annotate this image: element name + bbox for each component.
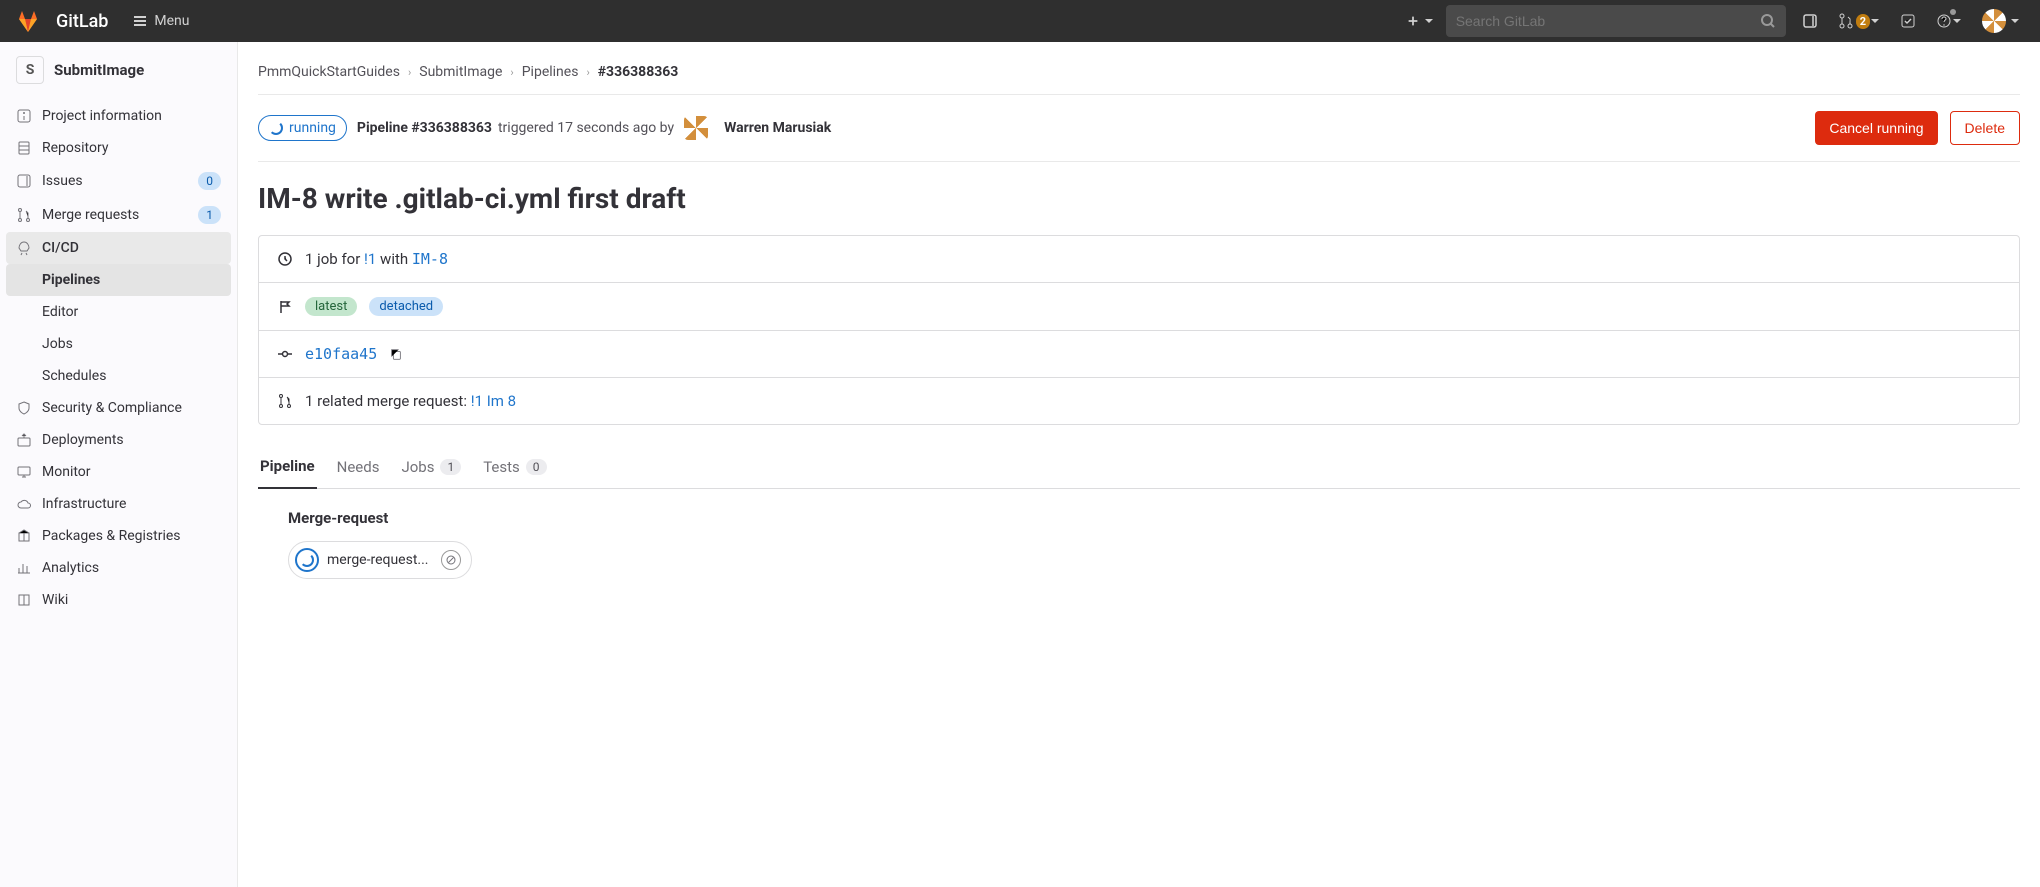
sidebar-item-security[interactable]: Security & Compliance bbox=[6, 392, 231, 424]
sidebar-item-wiki[interactable]: Wiki bbox=[6, 584, 231, 616]
search-icon bbox=[1760, 13, 1776, 29]
sidebar-sub-schedules[interactable]: Schedules bbox=[6, 360, 231, 392]
delete-button[interactable]: Delete bbox=[1950, 111, 2020, 145]
top-navbar: GitLab Menu 2 bbox=[0, 0, 2040, 42]
sidebar-sub-editor[interactable]: Editor bbox=[6, 296, 231, 328]
sidebar-item-cicd[interactable]: CI/CD bbox=[6, 232, 231, 264]
pipeline-info-card: 1 job for !1 with IM-8 latest detached e… bbox=[258, 235, 2020, 425]
hamburger-icon bbox=[132, 13, 148, 29]
user-menu[interactable] bbox=[1978, 5, 2024, 37]
pipeline-header: running Pipeline #336388363 triggered 17… bbox=[258, 95, 2020, 162]
sidebar-item-packages[interactable]: Packages & Registries bbox=[6, 520, 231, 552]
chevron-down-icon bbox=[1424, 16, 1434, 26]
deploy-icon bbox=[16, 432, 32, 448]
shield-icon bbox=[16, 400, 32, 416]
project-header[interactable]: S SubmitImage bbox=[0, 42, 237, 98]
tab-jobs[interactable]: Jobs1 bbox=[399, 446, 463, 488]
related-mr-link[interactable]: !1 Im 8 bbox=[471, 392, 516, 410]
cancel-running-button[interactable]: Cancel running bbox=[1815, 111, 1937, 145]
breadcrumb-item[interactable]: SubmitImage bbox=[419, 64, 502, 80]
pipeline-id: Pipeline #336388363 bbox=[357, 120, 492, 136]
new-dropdown[interactable] bbox=[1406, 14, 1434, 28]
triggerer-name[interactable]: Warren Marusiak bbox=[724, 120, 831, 136]
plus-icon bbox=[1406, 14, 1420, 28]
merge-requests-icon[interactable]: 2 bbox=[1834, 9, 1884, 33]
latest-badge: latest bbox=[305, 297, 357, 316]
sidebar-item-repository[interactable]: Repository bbox=[6, 132, 231, 164]
badges-row: latest detached bbox=[259, 283, 2019, 331]
project-avatar: S bbox=[16, 56, 44, 84]
brand-text[interactable]: GitLab bbox=[56, 11, 108, 32]
status-badge[interactable]: running bbox=[258, 115, 347, 141]
project-name: SubmitImage bbox=[54, 61, 144, 79]
merge-request-icon bbox=[277, 393, 293, 409]
sidebar-item-merge-requests[interactable]: Merge requests 1 bbox=[6, 198, 231, 232]
monitor-icon bbox=[16, 464, 32, 480]
search-input[interactable] bbox=[1456, 13, 1760, 29]
breadcrumbs: PmmQuickStartGuides › SubmitImage › Pipe… bbox=[258, 58, 2020, 95]
rocket-icon bbox=[16, 240, 32, 256]
commit-sha-link[interactable]: e10faa45 bbox=[305, 345, 377, 363]
breadcrumb-current: #336388363 bbox=[598, 64, 679, 80]
detached-badge: detached bbox=[369, 297, 443, 316]
mr-link[interactable]: !1 bbox=[364, 250, 376, 268]
cloud-icon bbox=[16, 496, 32, 512]
sidebar-item-issues[interactable]: Issues 0 bbox=[6, 164, 231, 198]
merge-icon bbox=[16, 207, 32, 223]
clock-icon bbox=[277, 251, 293, 267]
branch-link[interactable]: IM-8 bbox=[412, 250, 448, 268]
sidebar-item-monitor[interactable]: Monitor bbox=[6, 456, 231, 488]
commit-icon bbox=[277, 346, 293, 362]
job-name: merge-request... bbox=[327, 552, 429, 568]
triggerer-avatar[interactable] bbox=[684, 116, 708, 140]
spinner-icon bbox=[269, 121, 283, 135]
todos-icon[interactable] bbox=[1896, 9, 1920, 33]
search-box[interactable] bbox=[1446, 5, 1786, 37]
menu-button[interactable]: Menu bbox=[124, 9, 197, 33]
chevron-down-icon bbox=[1952, 16, 1962, 26]
chart-icon bbox=[16, 560, 32, 576]
gitlab-logo-icon[interactable] bbox=[16, 9, 40, 33]
job-summary-row: 1 job for !1 with IM-8 bbox=[259, 236, 2019, 283]
tabs: Pipeline Needs Jobs1 Tests0 bbox=[258, 445, 2020, 489]
pipeline-graph: Merge-request merge-request... bbox=[258, 489, 2020, 599]
issues-icon bbox=[16, 173, 32, 189]
sidebar-sub-jobs[interactable]: Jobs bbox=[6, 328, 231, 360]
sidebar-item-analytics[interactable]: Analytics bbox=[6, 552, 231, 584]
running-icon bbox=[295, 548, 319, 572]
related-mr-row: 1 related merge request: !1 Im 8 bbox=[259, 378, 2019, 424]
sidebar-sub-pipelines[interactable]: Pipelines bbox=[6, 264, 231, 296]
repo-icon bbox=[16, 140, 32, 156]
chevron-down-icon bbox=[2010, 16, 2020, 26]
sidebar-item-deployments[interactable]: Deployments bbox=[6, 424, 231, 456]
info-icon bbox=[16, 108, 32, 124]
job-pill[interactable]: merge-request... bbox=[288, 541, 472, 579]
breadcrumb-item[interactable]: PmmQuickStartGuides bbox=[258, 64, 400, 80]
page-title: IM-8 write .gitlab-ci.yml first draft bbox=[258, 162, 2020, 235]
cancel-icon bbox=[446, 555, 456, 565]
sidebar-item-infrastructure[interactable]: Infrastructure bbox=[6, 488, 231, 520]
breadcrumb-item[interactable]: Pipelines bbox=[522, 64, 579, 80]
package-icon bbox=[16, 528, 32, 544]
copy-icon[interactable] bbox=[389, 347, 403, 361]
tab-tests[interactable]: Tests0 bbox=[481, 446, 548, 488]
issues-icon[interactable] bbox=[1798, 9, 1822, 33]
help-icon[interactable] bbox=[1932, 9, 1966, 33]
chevron-down-icon bbox=[1870, 16, 1880, 26]
commit-row: e10faa45 bbox=[259, 331, 2019, 378]
tab-pipeline[interactable]: Pipeline bbox=[258, 445, 317, 489]
user-avatar bbox=[1982, 9, 2006, 33]
main-content: PmmQuickStartGuides › SubmitImage › Pipe… bbox=[238, 42, 2040, 887]
book-icon bbox=[16, 592, 32, 608]
tab-needs[interactable]: Needs bbox=[335, 446, 382, 488]
stage-name: Merge-request bbox=[288, 509, 1990, 527]
sidebar-item-project-info[interactable]: Project information bbox=[6, 100, 231, 132]
sidebar: S SubmitImage Project information Reposi… bbox=[0, 42, 238, 887]
flag-icon bbox=[277, 299, 293, 315]
cancel-job-button[interactable] bbox=[441, 550, 461, 570]
